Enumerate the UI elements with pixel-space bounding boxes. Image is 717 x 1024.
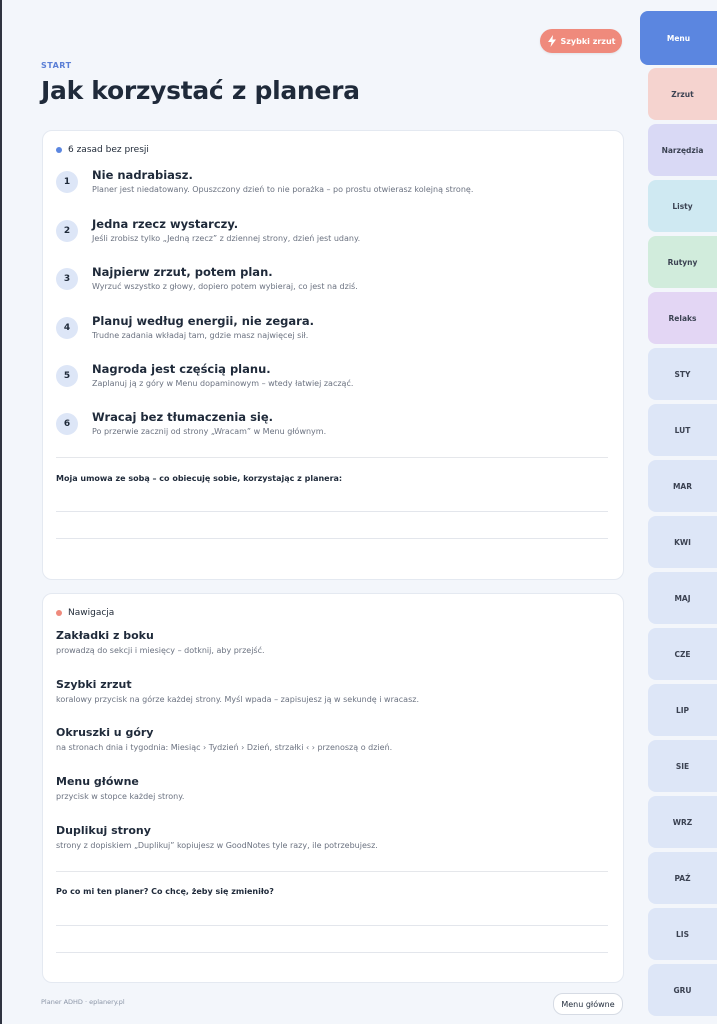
- rule-number-badge: 4: [56, 317, 78, 339]
- footer-brand: Planer ADHD · eplanery.pl: [41, 998, 125, 1006]
- navigation-card-header: Nawigacja: [56, 608, 114, 618]
- rule-description: Wyrzuć wszystko z głowy, dopiero potem w…: [92, 282, 358, 291]
- rule-number-badge: 6: [56, 413, 78, 435]
- writing-line[interactable]: [56, 952, 608, 953]
- nav-tip: Duplikuj strony strony z dopiskiem „Dupl…: [56, 824, 610, 850]
- rules-card: 6 zasad bez presji 1 Nie nadrabiasz. Pla…: [42, 130, 624, 580]
- side-tab-kwi[interactable]: KWI: [648, 516, 717, 568]
- nav-tip-description: na stronach dnia i tygodnia: Miesiąc › T…: [56, 743, 393, 752]
- rule-description: Zaplanuj ją z góry w Menu dopaminowym – …: [92, 379, 354, 388]
- rule-number-badge: 3: [56, 268, 78, 290]
- side-tab-maj[interactable]: MAJ: [648, 572, 717, 624]
- rule-title: Najpierw zrzut, potem plan.: [92, 265, 273, 279]
- rule-title: Jedna rzecz wystarczy.: [92, 217, 239, 231]
- planner-page: Szybki zrzut START Jak korzystać z plane…: [0, 0, 640, 1024]
- side-tab-sty[interactable]: STY: [648, 348, 717, 400]
- rule-description: Po przerwie zacznij od strony „Wracam” w…: [92, 427, 327, 436]
- nav-tip: Zakładki z boku prowadzą do sekcji i mie…: [56, 629, 610, 655]
- bullet-dot-icon: [56, 147, 62, 153]
- contract-prompt: Moja umowa ze sobą – co obiecuję sobie, …: [56, 474, 343, 483]
- side-tab-zrzut[interactable]: Zrzut: [648, 68, 717, 120]
- nav-tip-description: strony z dopiskiem „Duplikuj” kopiujesz …: [56, 841, 378, 850]
- side-tab-sie[interactable]: SIE: [648, 740, 717, 792]
- side-tab-menu[interactable]: Menu: [640, 11, 717, 65]
- side-tab-listy[interactable]: Listy: [648, 180, 717, 232]
- navigation-card: Nawigacja Zakładki z boku prowadzą do se…: [42, 593, 624, 983]
- rule-number-badge: 2: [56, 220, 78, 242]
- nav-tip-title: Okruszki u góry: [56, 726, 154, 739]
- navigation-card-heading: Nawigacja: [68, 608, 115, 618]
- side-tab-lis[interactable]: LIS: [648, 908, 717, 960]
- side-tab-lip[interactable]: LIP: [648, 684, 717, 736]
- nav-tip-title: Szybki zrzut: [56, 678, 132, 691]
- side-tab-mar[interactable]: MAR: [648, 460, 717, 512]
- rule-description: Planer jest niedatowany. Opuszczony dzie…: [92, 185, 474, 194]
- side-tab-lut[interactable]: LUT: [648, 404, 717, 456]
- side-tab-paź[interactable]: PAŹ: [648, 852, 717, 904]
- writing-line[interactable]: [56, 538, 608, 539]
- purpose-prompt: Po co mi ten planer? Co chcę, żeby się z…: [56, 887, 274, 896]
- side-tab-narzędzia[interactable]: Narzędzia: [648, 124, 717, 176]
- rule-description: Jeśli zrobisz tylko „Jedną rzecz” z dzie…: [92, 234, 361, 243]
- nav-tip-title: Zakładki z boku: [56, 629, 154, 642]
- nav-tip-description: koralowy przycisk na górze każdej strony…: [56, 695, 419, 704]
- page-title: Jak korzystać z planera: [41, 76, 360, 105]
- nav-tip-description: przycisk w stopce każdej strony.: [56, 792, 185, 801]
- nav-tip-title: Duplikuj strony: [56, 824, 151, 837]
- nav-tip-description: prowadzą do sekcji i miesięcy – dotknij,…: [56, 646, 265, 655]
- nav-tip: Szybki zrzut koralowy przycisk na górze …: [56, 678, 610, 704]
- rule-title: Wracaj bez tłumaczenia się.: [92, 410, 274, 424]
- writing-line[interactable]: [56, 925, 608, 926]
- rule-title: Nie nadrabiasz.: [92, 168, 193, 182]
- writing-line[interactable]: [56, 511, 608, 512]
- side-tab-wrz[interactable]: WRZ: [648, 796, 717, 848]
- bullet-dot-icon: [56, 610, 62, 616]
- side-tab-gru[interactable]: GRU: [648, 964, 717, 1016]
- lightning-icon: [547, 35, 556, 47]
- rules-card-header: 6 zasad bez presji: [56, 145, 149, 155]
- side-tab-rutyny[interactable]: Rutyny: [648, 236, 717, 288]
- quick-capture-label: Szybki zrzut: [560, 36, 616, 46]
- main-menu-button[interactable]: Menu główne: [553, 993, 623, 1015]
- breadcrumb[interactable]: START: [41, 61, 72, 70]
- rule-number-badge: 5: [56, 365, 78, 387]
- quick-capture-button[interactable]: Szybki zrzut: [540, 29, 622, 53]
- nav-tip: Okruszki u góry na stronach dnia i tygod…: [56, 726, 610, 752]
- side-tab-cze[interactable]: CZE: [648, 628, 717, 680]
- side-tab-relaks[interactable]: Relaks: [648, 292, 717, 344]
- rule-number-badge: 1: [56, 171, 78, 193]
- divider: [56, 457, 608, 458]
- rule-description: Trudne zadania wkładaj tam, gdzie masz n…: [92, 331, 309, 340]
- rule-title: Nagroda jest częścią planu.: [92, 362, 271, 376]
- rule-title: Planuj według energii, nie zegara.: [92, 314, 314, 328]
- rules-card-heading: 6 zasad bez presji: [68, 145, 149, 155]
- side-tabs: Menu Zrzut Narzędzia Listy Rutyny Relaks STY LU…: [640, 0, 717, 1024]
- nav-tip: Menu główne przycisk w stopce każdej str…: [56, 775, 610, 801]
- nav-tip-title: Menu główne: [56, 775, 139, 788]
- divider: [56, 871, 608, 872]
